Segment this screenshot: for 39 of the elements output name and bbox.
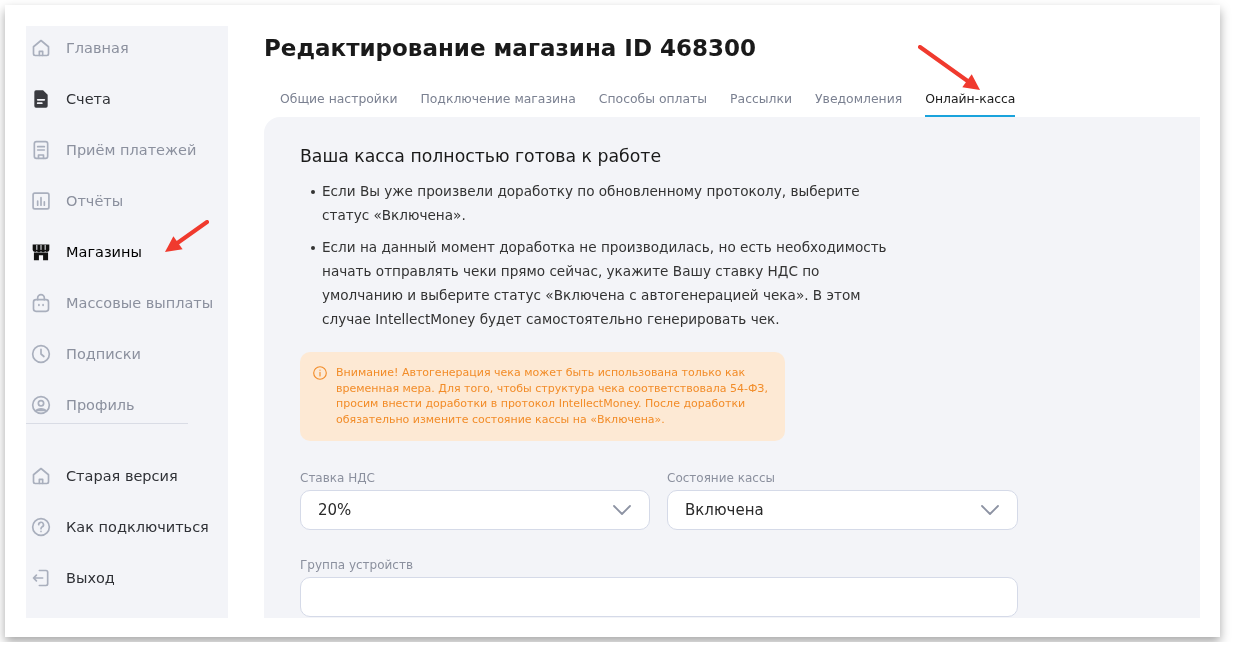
sidebar-item[interactable]: Выход [26, 560, 228, 596]
chevron-down-icon [613, 505, 631, 515]
logout-icon [31, 568, 51, 588]
home-icon [31, 466, 51, 486]
warning-text: Внимание! Автогенерация чека может быть использована только как временная мера. Для того, чтобы структура чека соответствовала 54-ФЗ, просим внести доработки в протокол IntellectMoney. После доработки обязательно измените состояние кассы на «Включена». [336, 365, 768, 427]
input-field[interactable] [300, 577, 1018, 617]
annotation-arrow-icon [918, 45, 980, 90]
clock-icon [31, 344, 51, 364]
chart-icon [31, 191, 51, 211]
help-icon [31, 517, 51, 537]
field-label: Ставка НДС [300, 471, 375, 485]
bullet-icon [311, 190, 315, 194]
annotation-arrow-icon [165, 220, 209, 252]
tab[interactable]: Рассылки [730, 86, 793, 117]
tab[interactable]: Способы оплаты [598, 86, 708, 117]
bag-icon [31, 293, 51, 313]
sidebar-item[interactable]: Счета [26, 81, 228, 117]
tab[interactable]: Общие настройки [280, 86, 398, 117]
info-icon [313, 366, 327, 380]
tab[interactable]: Подключение магазина [420, 86, 576, 117]
bullet-text: Если на данный момент доработка не производилась, но есть необходимость начать отправлять чеки прямо сейчас, укажите Вашу ставку НДС по умолчанию и выберите статус «Включена с автогенерацией чека». В этом случае IntellectMoney будет самостоятельно генерировать чек. [322, 238, 888, 329]
field-label: Группа устройств [300, 558, 413, 572]
bullet-text: Если Вы уже произвели доработку по обновленному протоколу, выберите статус «Включена». [322, 182, 861, 225]
tab[interactable]: Уведомления [815, 86, 903, 117]
select-field[interactable]: 20% [300, 490, 650, 530]
section-heading: Ваша касса полностью готова к работе [300, 145, 663, 167]
sidebar-item[interactable]: Как подключиться [26, 509, 228, 545]
user-icon [31, 395, 51, 415]
select-field[interactable]: Включена [667, 490, 1018, 530]
home-icon [31, 38, 51, 58]
page-title: Редактирование магазина ID 468300 [264, 34, 756, 63]
document-icon [31, 89, 51, 109]
sidebar-item[interactable]: Магазины [26, 234, 228, 270]
chevron-down-icon [981, 505, 999, 515]
receipt-icon [31, 140, 51, 160]
sidebar-item[interactable]: Старая версия [26, 458, 228, 494]
store-icon [31, 242, 51, 262]
bullet-icon [311, 246, 315, 250]
field-label: Состояние кассы [667, 471, 775, 485]
